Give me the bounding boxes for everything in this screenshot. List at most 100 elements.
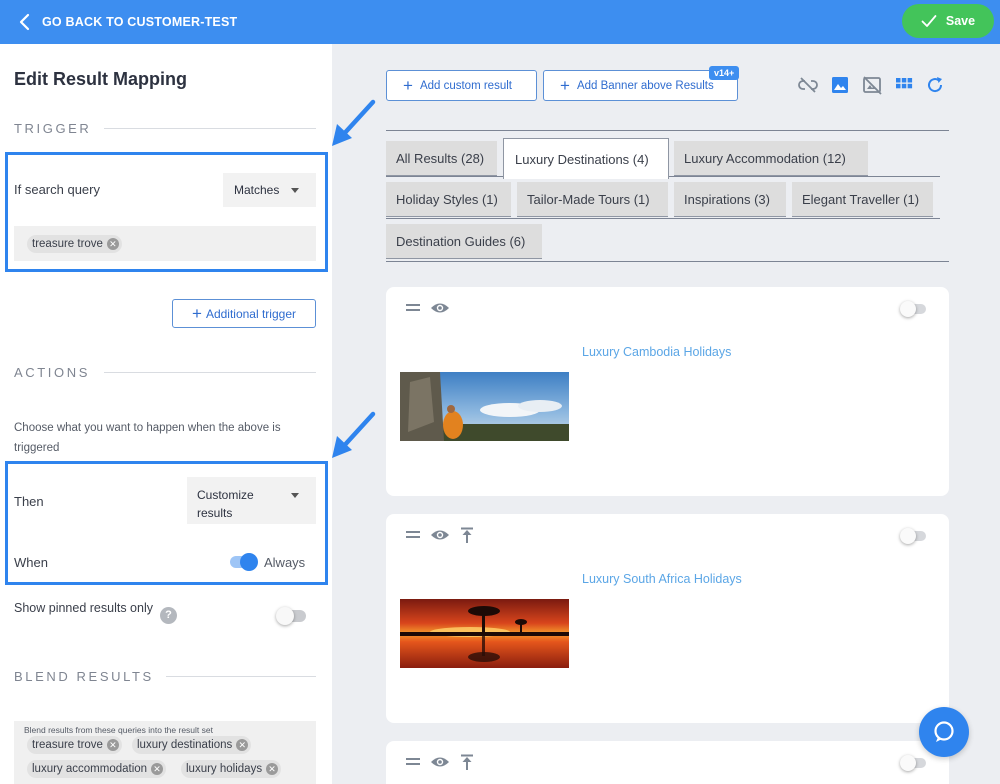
if-search-query-label: If search query bbox=[14, 182, 100, 197]
chevron-down-icon bbox=[291, 188, 299, 193]
tab-inspirations[interactable]: Inspirations (3) bbox=[674, 182, 786, 217]
action-type-value: Customize results bbox=[197, 488, 254, 520]
drag-handle-icon[interactable] bbox=[406, 530, 420, 540]
additional-trigger-button[interactable]: + Additional trigger bbox=[172, 299, 316, 328]
annotation-arrow-icon bbox=[332, 99, 376, 146]
then-label: Then bbox=[14, 494, 44, 509]
actions-description: Choose what you want to happen when the … bbox=[14, 422, 281, 454]
blend-chip[interactable]: luxury holidays ✕ bbox=[181, 760, 282, 778]
always-label: Always bbox=[264, 555, 306, 570]
tabs-bottom-line bbox=[386, 261, 949, 262]
tab-label: Luxury Accommodation (12) bbox=[684, 150, 846, 166]
drag-handle-icon[interactable] bbox=[406, 303, 420, 313]
tab-holiday-styles[interactable]: Holiday Styles (1) bbox=[386, 182, 511, 217]
remove-chip-icon[interactable]: ✕ bbox=[106, 238, 119, 250]
tabs-row-line bbox=[386, 176, 503, 177]
match-type-value: Matches bbox=[234, 183, 280, 197]
eye-icon[interactable] bbox=[430, 755, 450, 769]
blend-chip-label: luxury destinations bbox=[137, 739, 233, 751]
tab-tailor-made-tours[interactable]: Tailor-Made Tours (1) bbox=[517, 182, 668, 217]
refresh-icon[interactable] bbox=[924, 74, 946, 96]
blend-caption: Blend results from these queries into th… bbox=[24, 725, 213, 735]
always-toggle[interactable] bbox=[230, 553, 258, 571]
page-title: Edit Result Mapping bbox=[14, 69, 187, 89]
tab-luxury-destinations[interactable]: Luxury Destinations (4) bbox=[503, 138, 669, 179]
tab-label: Destination Guides (6) bbox=[396, 233, 526, 249]
unlink-icon[interactable] bbox=[797, 74, 819, 96]
tab-label: Holiday Styles (1) bbox=[396, 191, 498, 207]
add-custom-result-button[interactable]: + Add custom result bbox=[386, 70, 537, 101]
blend-chip[interactable]: luxury destinations ✕ bbox=[132, 736, 252, 754]
result-card: Luxury South Africa Holidays bbox=[386, 514, 949, 723]
blend-chip-label: treasure trove bbox=[32, 739, 103, 751]
tab-destination-guides[interactable]: Destination Guides (6) bbox=[386, 224, 542, 259]
result-card bbox=[386, 741, 949, 784]
when-label: When bbox=[14, 555, 48, 570]
trigger-divider bbox=[104, 128, 316, 129]
trigger-heading: TRIGGER bbox=[14, 121, 92, 136]
grid-icon[interactable] bbox=[893, 74, 915, 96]
tab-label: Tailor-Made Tours (1) bbox=[527, 191, 650, 207]
image-icon[interactable] bbox=[829, 74, 851, 96]
add-banner-label: Add Banner above Results bbox=[576, 79, 714, 92]
back-link[interactable]: GO BACK TO CUSTOMER-TEST bbox=[18, 12, 237, 32]
tabs-top-line bbox=[386, 130, 949, 131]
result-title-link[interactable]: Luxury Cambodia Holidays bbox=[582, 345, 731, 359]
save-button[interactable]: Save bbox=[902, 4, 994, 38]
chat-bubble-icon bbox=[934, 721, 954, 742]
hide-image-icon[interactable] bbox=[861, 74, 883, 96]
annotation-arrow-icon bbox=[332, 411, 376, 458]
blend-chip[interactable]: luxury accommodation ✕ bbox=[27, 760, 167, 778]
toggle-knob bbox=[240, 553, 258, 571]
pin-to-top-icon[interactable] bbox=[460, 527, 474, 543]
tabs-row-line bbox=[386, 218, 940, 219]
plus-icon: + bbox=[560, 76, 570, 95]
result-thumbnail bbox=[400, 599, 569, 668]
blend-chip[interactable]: treasure trove ✕ bbox=[27, 736, 122, 754]
tab-label: Inspirations (3) bbox=[684, 191, 770, 207]
toggle-knob bbox=[900, 301, 916, 317]
remove-chip-icon[interactable]: ✕ bbox=[266, 763, 279, 775]
blend-results-heading: BLEND RESULTS bbox=[14, 669, 154, 684]
toggle-knob bbox=[900, 528, 916, 544]
chat-support-button[interactable] bbox=[919, 707, 969, 757]
remove-chip-icon[interactable]: ✕ bbox=[106, 739, 119, 751]
tab-all-results[interactable]: All Results (28) bbox=[386, 141, 497, 176]
remove-chip-icon[interactable]: ✕ bbox=[151, 763, 164, 775]
result-thumbnail bbox=[400, 372, 569, 441]
toggle-knob bbox=[900, 755, 916, 771]
additional-trigger-label: Additional trigger bbox=[205, 306, 296, 321]
actions-heading: ACTIONS bbox=[14, 365, 90, 380]
pinned-only-toggle[interactable] bbox=[276, 607, 306, 625]
chevron-down-icon bbox=[291, 493, 299, 498]
tab-elegant-traveller[interactable]: Elegant Traveller (1) bbox=[792, 182, 933, 217]
plus-icon: + bbox=[192, 304, 202, 323]
tab-label: Luxury Destinations (4) bbox=[515, 151, 649, 167]
trigger-chip-label: treasure trove bbox=[32, 238, 103, 250]
version-badge: v14+ bbox=[709, 66, 740, 80]
drag-handle-icon[interactable] bbox=[406, 757, 420, 767]
result-pin-toggle[interactable] bbox=[900, 755, 928, 771]
blend-divider bbox=[166, 676, 316, 677]
blend-chip-label: luxury holidays bbox=[186, 763, 263, 775]
result-pin-toggle[interactable] bbox=[900, 301, 928, 317]
top-bar: GO BACK TO CUSTOMER-TEST Save bbox=[0, 0, 1000, 44]
toggle-knob bbox=[276, 607, 294, 625]
help-icon[interactable]: ? bbox=[160, 607, 177, 624]
eye-icon[interactable] bbox=[430, 301, 450, 315]
pin-to-top-icon[interactable] bbox=[460, 754, 474, 770]
save-button-label: Save bbox=[945, 14, 976, 28]
blend-chip-label: luxury accommodation bbox=[32, 763, 148, 775]
result-title-link[interactable]: Luxury South Africa Holidays bbox=[582, 572, 742, 586]
tab-luxury-accommodation[interactable]: Luxury Accommodation (12) bbox=[674, 141, 868, 176]
plus-icon: + bbox=[403, 76, 413, 95]
result-pin-toggle[interactable] bbox=[900, 528, 928, 544]
remove-chip-icon[interactable]: ✕ bbox=[236, 739, 249, 751]
match-type-select[interactable]: Matches bbox=[223, 173, 316, 207]
tab-label: All Results (28) bbox=[396, 150, 485, 166]
action-type-select[interactable]: Customize results bbox=[187, 477, 316, 524]
tabs-row-line bbox=[669, 176, 940, 177]
eye-icon[interactable] bbox=[430, 528, 450, 542]
trigger-chip[interactable]: treasure trove ✕ bbox=[27, 235, 122, 253]
back-link-label: GO BACK TO CUSTOMER-TEST bbox=[42, 15, 238, 29]
